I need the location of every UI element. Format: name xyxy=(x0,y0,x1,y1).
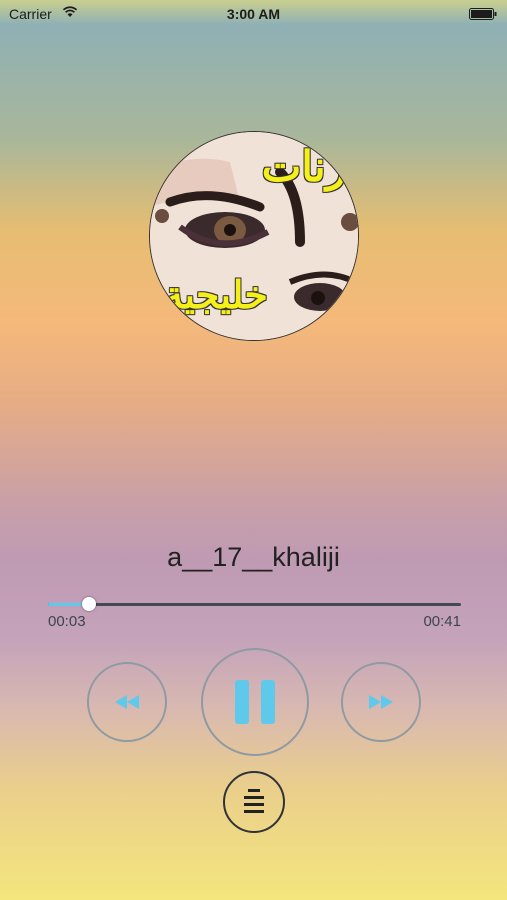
rewind-icon xyxy=(115,695,139,709)
fast-forward-icon xyxy=(369,695,393,709)
progress-slider[interactable] xyxy=(48,597,461,611)
status-time: 3:00 AM xyxy=(226,6,281,22)
battery-icon xyxy=(469,8,497,20)
total-time: 00:41 xyxy=(423,613,461,630)
album-artwork: رنات خليجية xyxy=(149,131,359,341)
elapsed-time: 00:03 xyxy=(48,613,86,630)
track-title: a__17__khaliji xyxy=(167,542,340,572)
fast-forward-button[interactable] xyxy=(341,662,421,742)
pause-icon xyxy=(235,680,275,724)
playlist-icon xyxy=(244,789,264,813)
playlist-button[interactable] xyxy=(223,771,285,833)
artwork-title-top: رنات xyxy=(261,142,346,191)
pause-button[interactable] xyxy=(201,648,309,756)
status-bar: Carrier 3:00 AM xyxy=(0,0,507,30)
progress-thumb[interactable] xyxy=(82,597,97,611)
artwork-title-bottom: خليجية xyxy=(164,272,268,317)
rewind-button[interactable] xyxy=(87,662,167,742)
